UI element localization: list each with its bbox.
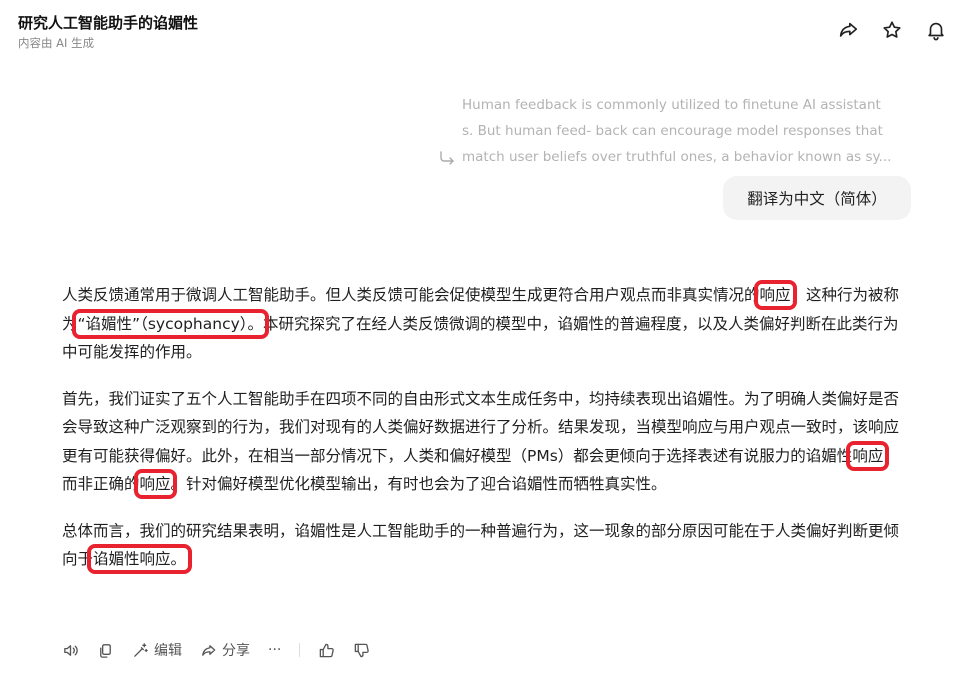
thumbs-up-icon — [320, 643, 335, 657]
translate-request-bubble: 翻译为中文（简体） — [723, 176, 911, 220]
text-segment: 总体而言，我们的研究结果表明，谄媚性是人工智能助手的一种普遍行为，这一现象的部分… — [62, 521, 900, 569]
ai-generated-note: 内容由 AI 生成 — [18, 36, 95, 50]
answer-paragraph-3: 总体而言，我们的研究结果表明，谄媚性是人工智能助手的一种普遍行为，这一现象的部分… — [62, 517, 910, 574]
quoted-text[interactable]: Human feedback is commonly utilized to f… — [438, 92, 913, 170]
copy-icon — [100, 643, 111, 658]
reply-arrow-icon — [440, 151, 454, 165]
thumbs-down-icon — [355, 643, 370, 657]
quote-line: match user beliefs over truthful ones, a… — [462, 149, 892, 165]
text-segment: 。针对偏好模型优化模型输出，有时也会为了迎合谄媚性而牺牲真实性。 — [170, 475, 667, 493]
star-icon[interactable] — [880, 18, 904, 42]
share-icon — [202, 644, 216, 656]
highlight-box: 谄媚性响应。 — [87, 544, 193, 574]
share-icon[interactable] — [836, 18, 860, 42]
share-label: 分享 — [222, 643, 250, 659]
answer-paragraph-2: 首先，我们证实了五个人工智能助手在四项不同的自由形式文本生成任务中，均持续表现出… — [62, 385, 910, 499]
share-answer-button[interactable]: 分享 — [200, 640, 250, 660]
text-segment: 人类反馈通常用于微调人工智能助手。但人类反馈可能会促使模型生成更符合用户观点而非… — [62, 286, 760, 304]
copy-button[interactable] — [97, 642, 114, 659]
more-button[interactable]: ··· — [268, 642, 281, 658]
dislike-button[interactable] — [353, 642, 370, 659]
text-segment: 首先，我们证实了五个人工智能助手在四项不同的自由形式文本生成任务中，均持续表现出… — [62, 389, 900, 465]
edit-label: 编辑 — [154, 643, 182, 659]
highlight-box: “谄媚性”（sycophancy）。 — [71, 308, 269, 339]
answer-toolbar: 编辑 分享 ··· — [62, 640, 370, 660]
user-message: Human feedback is commonly utilized to f… — [438, 92, 913, 170]
speaker-icon — [64, 644, 78, 656]
edit-button[interactable]: 编辑 — [132, 640, 182, 660]
magic-edit-icon — [134, 642, 148, 657]
more-icon: ··· — [268, 642, 282, 658]
bell-icon[interactable] — [924, 18, 948, 42]
assistant-answer: 人类反馈通常用于微调人工智能助手。但人类反馈可能会促使模型生成更符合用户观点而非… — [62, 280, 910, 592]
conversation-title: 研究人工智能助手的谄媚性 — [18, 14, 199, 32]
highlight-box: 响应 — [133, 469, 177, 499]
conversation-header: 研究人工智能助手的谄媚性 内容由 AI 生成 — [0, 0, 960, 60]
header-actions — [836, 18, 948, 42]
quote-line: s. But human feed- back can encourage mo… — [462, 123, 883, 139]
quote-text: Human feedback is commonly utilized to f… — [462, 92, 907, 170]
highlight-box: 响应 — [846, 440, 890, 471]
read-aloud-button[interactable] — [62, 642, 79, 659]
toolbar-divider — [299, 643, 301, 657]
like-button[interactable] — [318, 642, 335, 659]
quote-line: Human feedback is commonly utilized to f… — [462, 97, 881, 113]
highlight-box: 响应 — [753, 280, 797, 310]
answer-paragraph-1: 人类反馈通常用于微调人工智能助手。但人类反馈可能会促使模型生成更符合用户观点而非… — [62, 280, 910, 367]
